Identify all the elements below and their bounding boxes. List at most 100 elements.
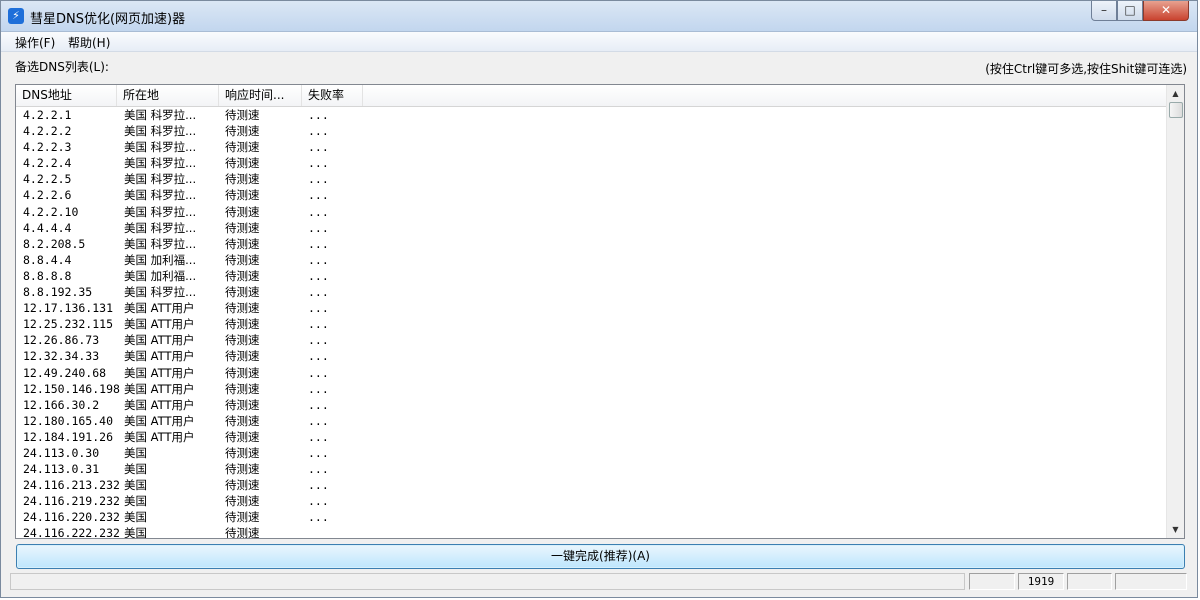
window-title: 彗星DNS优化(网页加速)器 [30, 12, 186, 27]
list-item[interactable]: 4.2.2.1 美国 科罗拉... 待测速... [16, 107, 1167, 123]
list-item[interactable]: 12.180.165.40 美国 ATT用户 待测速... [16, 413, 1167, 429]
status-panel-3 [1067, 573, 1112, 590]
cell-dns-address: 4.2.2.5 [23, 172, 72, 187]
cell-failure-rate: ... [308, 317, 329, 332]
cell-failure-rate: ... [308, 365, 329, 380]
list-item[interactable]: 12.26.86.73 美国 ATT用户 待测速... [16, 332, 1167, 348]
menu-operation[interactable]: 操作(F) [15, 34, 55, 51]
cell-location: 美国 科罗拉... [124, 285, 197, 300]
cell-response-time: 待测速 [225, 526, 260, 539]
list-item[interactable]: 8.8.8.8 美国 加利福... 待测速... [16, 268, 1167, 284]
cell-dns-address: 4.2.2.1 [23, 108, 72, 122]
cell-response-time: 待测速 [225, 478, 260, 493]
cell-failure-rate: ... [308, 220, 329, 235]
cell-response-time: 待测速 [225, 236, 260, 251]
list-item[interactable]: 24.113.0.31 美国 待测速... [16, 461, 1167, 477]
cell-location: 美国 科罗拉... [124, 172, 197, 187]
list-item[interactable]: 24.113.0.30 美国 待测速... [16, 445, 1167, 461]
cell-location: 美国 [124, 462, 147, 477]
scroll-thumb[interactable] [1169, 102, 1183, 118]
cell-dns-address: 8.2.208.5 [23, 236, 86, 251]
title-bar[interactable]: ⚡ 彗星DNS优化(网页加速)器 – □ ✕ [1, 1, 1197, 32]
column-response-time[interactable]: 响应时间... [219, 85, 302, 106]
list-header: DNS地址 所在地 响应时间... 失败率 [16, 85, 1167, 107]
cell-response-time: 待测速 [225, 301, 260, 316]
list-item[interactable]: 12.32.34.33 美国 ATT用户 待测速... [16, 348, 1167, 364]
list-item[interactable]: 12.166.30.2 美国 ATT用户 待测速... [16, 397, 1167, 413]
app-window: ⚡ 彗星DNS优化(网页加速)器 – □ ✕ 操作(F) 帮助(H) 备选DNS… [0, 0, 1198, 598]
cell-location: 美国 ATT用户 [124, 365, 195, 380]
list-item[interactable]: 4.2.2.3 美国 科罗拉... 待测速... [16, 139, 1167, 155]
list-item[interactable]: 8.8.192.35 美国 科罗拉... 待测速... [16, 284, 1167, 300]
scroll-up-icon[interactable]: ▲ [1167, 85, 1184, 102]
scroll-down-icon[interactable]: ▼ [1167, 521, 1184, 538]
list-item[interactable]: 12.184.191.26 美国 ATT用户 待测速... [16, 429, 1167, 445]
lightning-app-icon: ⚡ [8, 8, 24, 24]
one-click-complete-button[interactable]: 一键完成(推荐)(A) [16, 544, 1185, 569]
cell-failure-rate: ... [308, 172, 329, 187]
cell-failure-rate: ... [308, 124, 329, 139]
cell-location: 美国 科罗拉... [124, 188, 197, 203]
column-location[interactable]: 所在地 [117, 85, 219, 106]
list-item[interactable]: 24.116.219.232 美国 待测速... [16, 493, 1167, 509]
menu-bar: 操作(F) 帮助(H) [1, 32, 1197, 52]
cell-failure-rate: ... [308, 381, 329, 396]
cell-failure-rate: ... [308, 349, 329, 364]
cell-failure-rate: ... [308, 285, 329, 300]
cell-location: 美国 ATT用户 [124, 413, 195, 428]
cell-dns-address: 24.113.0.31 [23, 462, 100, 477]
cell-dns-address: 24.116.213.232 [23, 478, 120, 493]
cell-dns-address: 12.49.240.68 [23, 365, 107, 380]
maximize-button[interactable]: □ [1117, 1, 1143, 21]
cell-response-time: 待测速 [225, 252, 260, 267]
list-item[interactable]: 4.2.2.2 美国 科罗拉... 待测速... [16, 123, 1167, 139]
cell-response-time: 待测速 [225, 397, 260, 412]
column-dns-address[interactable]: DNS地址 [16, 85, 117, 106]
list-item[interactable]: 24.116.213.232 美国 待测速... [16, 477, 1167, 493]
cell-dns-address: 4.2.2.6 [23, 188, 72, 203]
cell-location: 美国 科罗拉... [124, 140, 197, 155]
list-item[interactable]: 8.2.208.5 美国 科罗拉... 待测速... [16, 236, 1167, 252]
cell-failure-rate: ... [308, 494, 329, 509]
cell-dns-address: 24.116.222.232 [23, 526, 120, 539]
cell-response-time: 待测速 [225, 172, 260, 187]
cell-location: 美国 ATT用户 [124, 381, 195, 396]
list-item[interactable]: 8.8.4.4 美国 加利福... 待测速... [16, 252, 1167, 268]
cell-response-time: 待测速 [225, 317, 260, 332]
cell-location: 美国 科罗拉... [124, 108, 197, 122]
list-item[interactable]: 12.150.146.198 美国 ATT用户 待测速... [16, 381, 1167, 397]
cell-dns-address: 12.166.30.2 [23, 397, 100, 412]
list-rows: 4.2.2.1 美国 科罗拉... 待测速... 4.2.2.2 美国 科罗拉... 待测… [16, 107, 1167, 539]
close-button[interactable]: ✕ [1143, 1, 1189, 21]
cell-response-time: 待测速 [225, 140, 260, 155]
cell-failure-rate: ... [308, 445, 329, 460]
cell-response-time: 待测速 [225, 156, 260, 171]
list-item[interactable]: 4.4.4.4 美国 科罗拉... 待测速... [16, 220, 1167, 236]
vertical-scrollbar[interactable]: ▲ ▼ [1166, 85, 1184, 538]
list-item[interactable]: 12.49.240.68 美国 ATT用户 待测速... [16, 365, 1167, 381]
column-failure-rate[interactable]: 失败率 [302, 85, 363, 106]
cell-location: 美国 科罗拉... [124, 156, 197, 171]
cell-location: 美国 科罗拉... [124, 124, 197, 139]
menu-help[interactable]: 帮助(H) [68, 34, 110, 51]
list-item[interactable]: 4.2.2.4 美国 科罗拉... 待测速... [16, 155, 1167, 171]
cell-dns-address: 24.116.220.232 [23, 510, 120, 525]
cell-response-time: 待测速 [225, 188, 260, 203]
cell-dns-address: 4.2.2.4 [23, 156, 72, 171]
cell-failure-rate: ... [308, 252, 329, 267]
list-item[interactable]: 24.116.222.232 美国 待测速 [16, 525, 1167, 539]
list-item[interactable]: 4.2.2.5 美国 科罗拉... 待测速... [16, 171, 1167, 187]
list-item[interactable]: 4.2.2.10 美国 科罗拉... 待测速... [16, 204, 1167, 220]
cell-location: 美国 ATT用户 [124, 301, 195, 316]
cell-response-time: 待测速 [225, 204, 260, 219]
status-panel-1 [969, 573, 1015, 590]
list-item[interactable]: 4.2.2.6 美国 科罗拉... 待测速... [16, 187, 1167, 203]
list-item[interactable]: 12.25.232.115 美国 ATT用户 待测速... [16, 316, 1167, 332]
list-item[interactable]: 24.116.220.232 美国 待测速... [16, 509, 1167, 525]
minimize-button[interactable]: – [1091, 1, 1117, 21]
cell-dns-address: 24.116.219.232 [23, 494, 120, 509]
cell-location: 美国 ATT用户 [124, 317, 195, 332]
list-item[interactable]: 12.17.136.131 美国 ATT用户 待测速... [16, 300, 1167, 316]
cell-location: 美国 ATT用户 [124, 333, 195, 348]
dns-list[interactable]: DNS地址 所在地 响应时间... 失败率 4.2.2.1 美国 科罗拉... 待测… [15, 84, 1185, 539]
